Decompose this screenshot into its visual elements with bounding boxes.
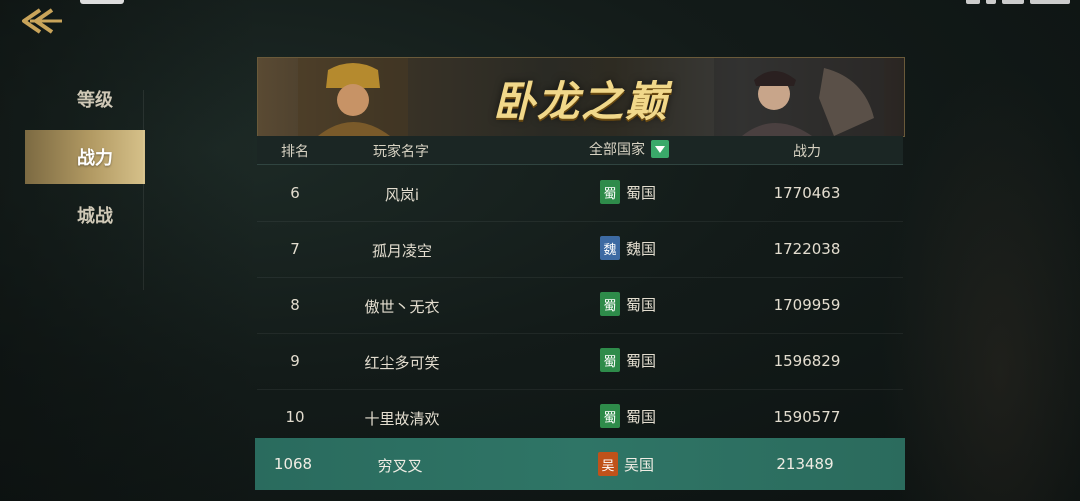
- row-nation-label: 蜀国: [626, 183, 657, 202]
- nation-filter-dropdown[interactable]: 全部国家: [589, 139, 669, 159]
- row-player-name: 孤月凌空: [371, 242, 432, 260]
- self-nation: 吴 吴国: [598, 452, 654, 476]
- self-nation-label: 吴国: [624, 455, 655, 474]
- nav-divider: [143, 90, 144, 290]
- dropdown-arrow-icon: [651, 140, 669, 158]
- header-name: 玩家名字: [373, 144, 429, 160]
- row-nation: 蜀 蜀国: [600, 404, 656, 428]
- row-player-name: 十里故清欢: [364, 410, 440, 428]
- header-power: 战力: [793, 144, 821, 160]
- row-power: 1722038: [773, 240, 841, 258]
- nation-flag-icon: 魏: [600, 236, 620, 260]
- table-row[interactable]: 6 风岚i 蜀 蜀国 1770463: [257, 166, 903, 222]
- nav-item-level[interactable]: 等级: [25, 72, 145, 126]
- row-nation-label: 蜀国: [626, 407, 657, 426]
- nav-item-citywar[interactable]: 城战: [25, 188, 145, 242]
- back-arrow-icon: [22, 8, 62, 34]
- table-row[interactable]: 7 孤月凌空 魏 魏国 1722038: [257, 222, 903, 278]
- table-row[interactable]: 8 傲世丶无衣 蜀 蜀国 1709959: [257, 278, 903, 334]
- status-bar: [966, 0, 1070, 6]
- back-button[interactable]: [18, 6, 64, 36]
- background-right: [880, 60, 1080, 501]
- header-rank: 排名: [281, 144, 309, 160]
- row-power: 1770463: [773, 184, 841, 202]
- row-player-name: 红尘多可笑: [364, 354, 440, 372]
- table-row[interactable]: 9 红尘多可笑 蜀 蜀国 1596829: [257, 334, 903, 390]
- nation-flag-icon: 蜀: [600, 180, 620, 204]
- row-nation: 魏 魏国: [600, 236, 656, 260]
- row-nation: 蜀 蜀国: [600, 292, 656, 316]
- row-nation: 蜀 蜀国: [600, 348, 656, 372]
- nav-item-power[interactable]: 战力: [25, 130, 145, 184]
- row-player-name: 傲世丶无衣: [364, 298, 440, 316]
- nav-item-label: 战力: [77, 148, 113, 169]
- row-power: 1709959: [773, 296, 841, 314]
- ranking-banner: 卧龙之巅: [257, 57, 905, 137]
- row-power: 1590577: [773, 408, 841, 426]
- nav-item-label: 等级: [77, 90, 113, 111]
- self-power: 213489: [776, 455, 834, 473]
- side-nav: 等级 战力 城战: [25, 72, 145, 246]
- nation-flag-icon: 蜀: [600, 292, 620, 316]
- row-nation-label: 蜀国: [626, 351, 657, 370]
- row-nation-label: 魏国: [626, 239, 657, 258]
- status-indicator: [80, 0, 124, 4]
- row-nation-label: 蜀国: [626, 295, 657, 314]
- row-power: 1596829: [773, 352, 841, 370]
- self-player-name: 穷叉叉: [377, 457, 423, 475]
- nation-flag-icon: 蜀: [600, 348, 620, 372]
- nation-filter-label: 全部国家: [589, 142, 645, 158]
- nav-item-label: 城战: [77, 206, 113, 227]
- row-nation: 蜀 蜀国: [600, 180, 656, 204]
- table-header: 排名 玩家名字 全部国家 战力: [257, 136, 903, 165]
- general-portrait-right: [714, 58, 884, 136]
- ranking-list: 6 风岚i 蜀 蜀国 1770463 7 孤月凌空 魏 魏国 1722038 8…: [257, 166, 903, 446]
- row-player-name: 风岚i: [384, 186, 420, 204]
- self-rank-row[interactable]: 1068 穷叉叉 吴 吴国 213489: [255, 438, 905, 490]
- nation-flag-icon: 蜀: [600, 404, 620, 428]
- nation-flag-icon: 吴: [598, 452, 618, 476]
